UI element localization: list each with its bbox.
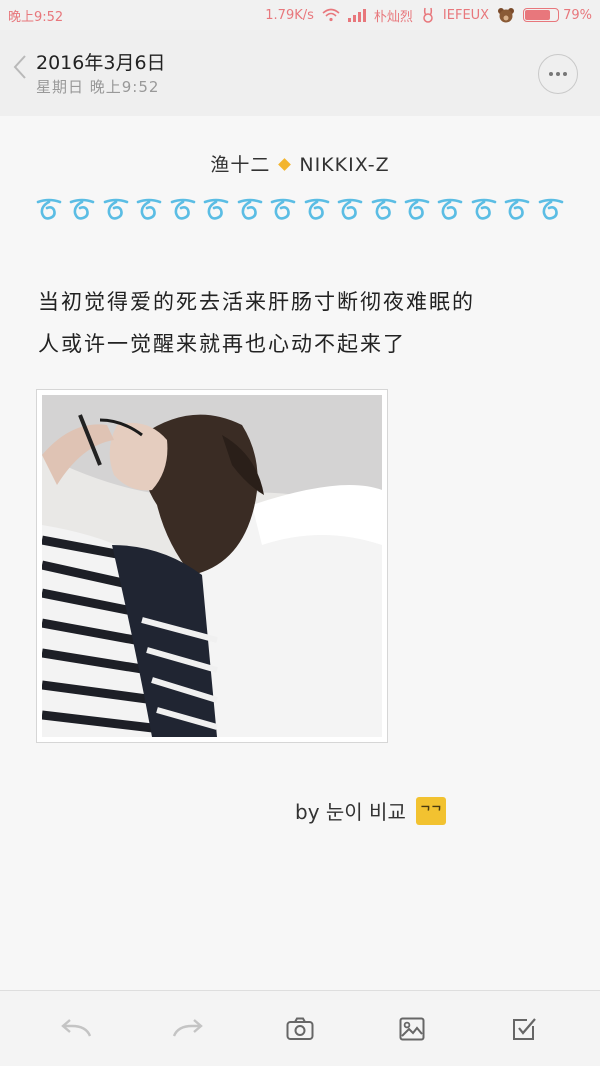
girl-photo-image [42, 395, 382, 737]
loop-ornament-icon [137, 198, 162, 220]
signature-badge: ᄀᄀ [415, 796, 446, 825]
loop-ornament-icon [471, 198, 497, 220]
signal-icon [347, 8, 366, 22]
note-photo[interactable] [36, 389, 388, 743]
bottom-toolbar [0, 990, 600, 1066]
bunny-icon [423, 7, 433, 23]
undo-icon [61, 1018, 92, 1037]
camera-button[interactable] [270, 1004, 330, 1054]
extra-label: IEFEUX [442, 7, 490, 23]
redo-button[interactable] [158, 1004, 218, 1054]
note-date: 2016年3月6日 [36, 52, 166, 74]
battery-text: 79% [563, 7, 592, 23]
loop-ornament-icon [337, 198, 363, 220]
status-bar: 晚上9:52 1.79K/s 朴灿烈 IEFEUX 79% [0, 0, 600, 30]
image-button[interactable] [382, 1004, 442, 1054]
note-body-text: 当初觉得爱的死去活来肝肠寸断彻夜难眠的 人或许一觉醒来就再也心动不起来了 [38, 281, 568, 365]
body-line: 人或许一觉醒来就再也心动不起来了 [38, 332, 406, 356]
note-byline: 渔十二 NIKKIX-Z [0, 150, 600, 177]
note-datetime-subtitle: 星期日 晚上9:52 [36, 78, 160, 96]
loop-ornament-icon [270, 198, 296, 220]
signature-text: by 눈이 비교 [295, 800, 406, 824]
battery-icon [523, 8, 560, 22]
body-line: 当初觉得爱的死去活来肝肠寸断彻夜难眠的 [38, 290, 475, 314]
author-left: 渔十二 [210, 154, 271, 176]
note-header: 2016年3月6日 星期日 晚上9:52 [0, 30, 600, 116]
loop-ornament-icon [36, 198, 62, 220]
diamond-icon [278, 158, 292, 171]
loop-ornament-icon [371, 198, 396, 220]
loop-ornament-icon [505, 198, 530, 220]
redo-icon [172, 1018, 203, 1037]
loop-ornament-icon [170, 198, 196, 220]
net-speed: 1.79K/s [265, 7, 314, 23]
decorative-loop-row [36, 196, 564, 222]
author-right: NIKKIX-Z [299, 154, 390, 176]
more-button[interactable] [538, 54, 578, 94]
note-content[interactable]: 渔十二 NIKKIX-Z 当初觉得爱的死去活来肝肠寸断彻夜难眠的 人或许一觉醒来就… [0, 116, 600, 990]
loop-ornament-icon [237, 198, 263, 220]
bear-icon [498, 8, 515, 23]
battery-fill [525, 10, 551, 20]
loop-ornament-icon [304, 198, 329, 220]
camera-icon [286, 1017, 314, 1040]
loop-ornament-icon [404, 198, 430, 220]
loop-ornament-icon [203, 198, 229, 220]
loop-ornament-icon [103, 198, 129, 220]
wifi-icon [322, 8, 340, 22]
loop-ornament-icon [438, 198, 463, 220]
image-icon [399, 1017, 425, 1040]
status-right: 1.79K/s 朴灿烈 IEFEUX 79% [265, 6, 592, 25]
loop-ornament-icon [538, 198, 564, 220]
status-time: 晚上9:52 [8, 9, 64, 25]
carrier-label: 朴灿烈 [373, 9, 413, 25]
checklist-button[interactable] [494, 1004, 554, 1054]
note-signature: by 눈이 비교 ᄀᄀ [295, 796, 446, 825]
undo-button[interactable] [46, 1004, 106, 1054]
battery-indicator: 79% [523, 8, 592, 23]
loop-ornament-icon [70, 198, 95, 220]
more-horizontal-icon [549, 72, 553, 76]
checkbox-icon [513, 1017, 536, 1040]
chevron-left-icon[interactable] [12, 54, 28, 80]
